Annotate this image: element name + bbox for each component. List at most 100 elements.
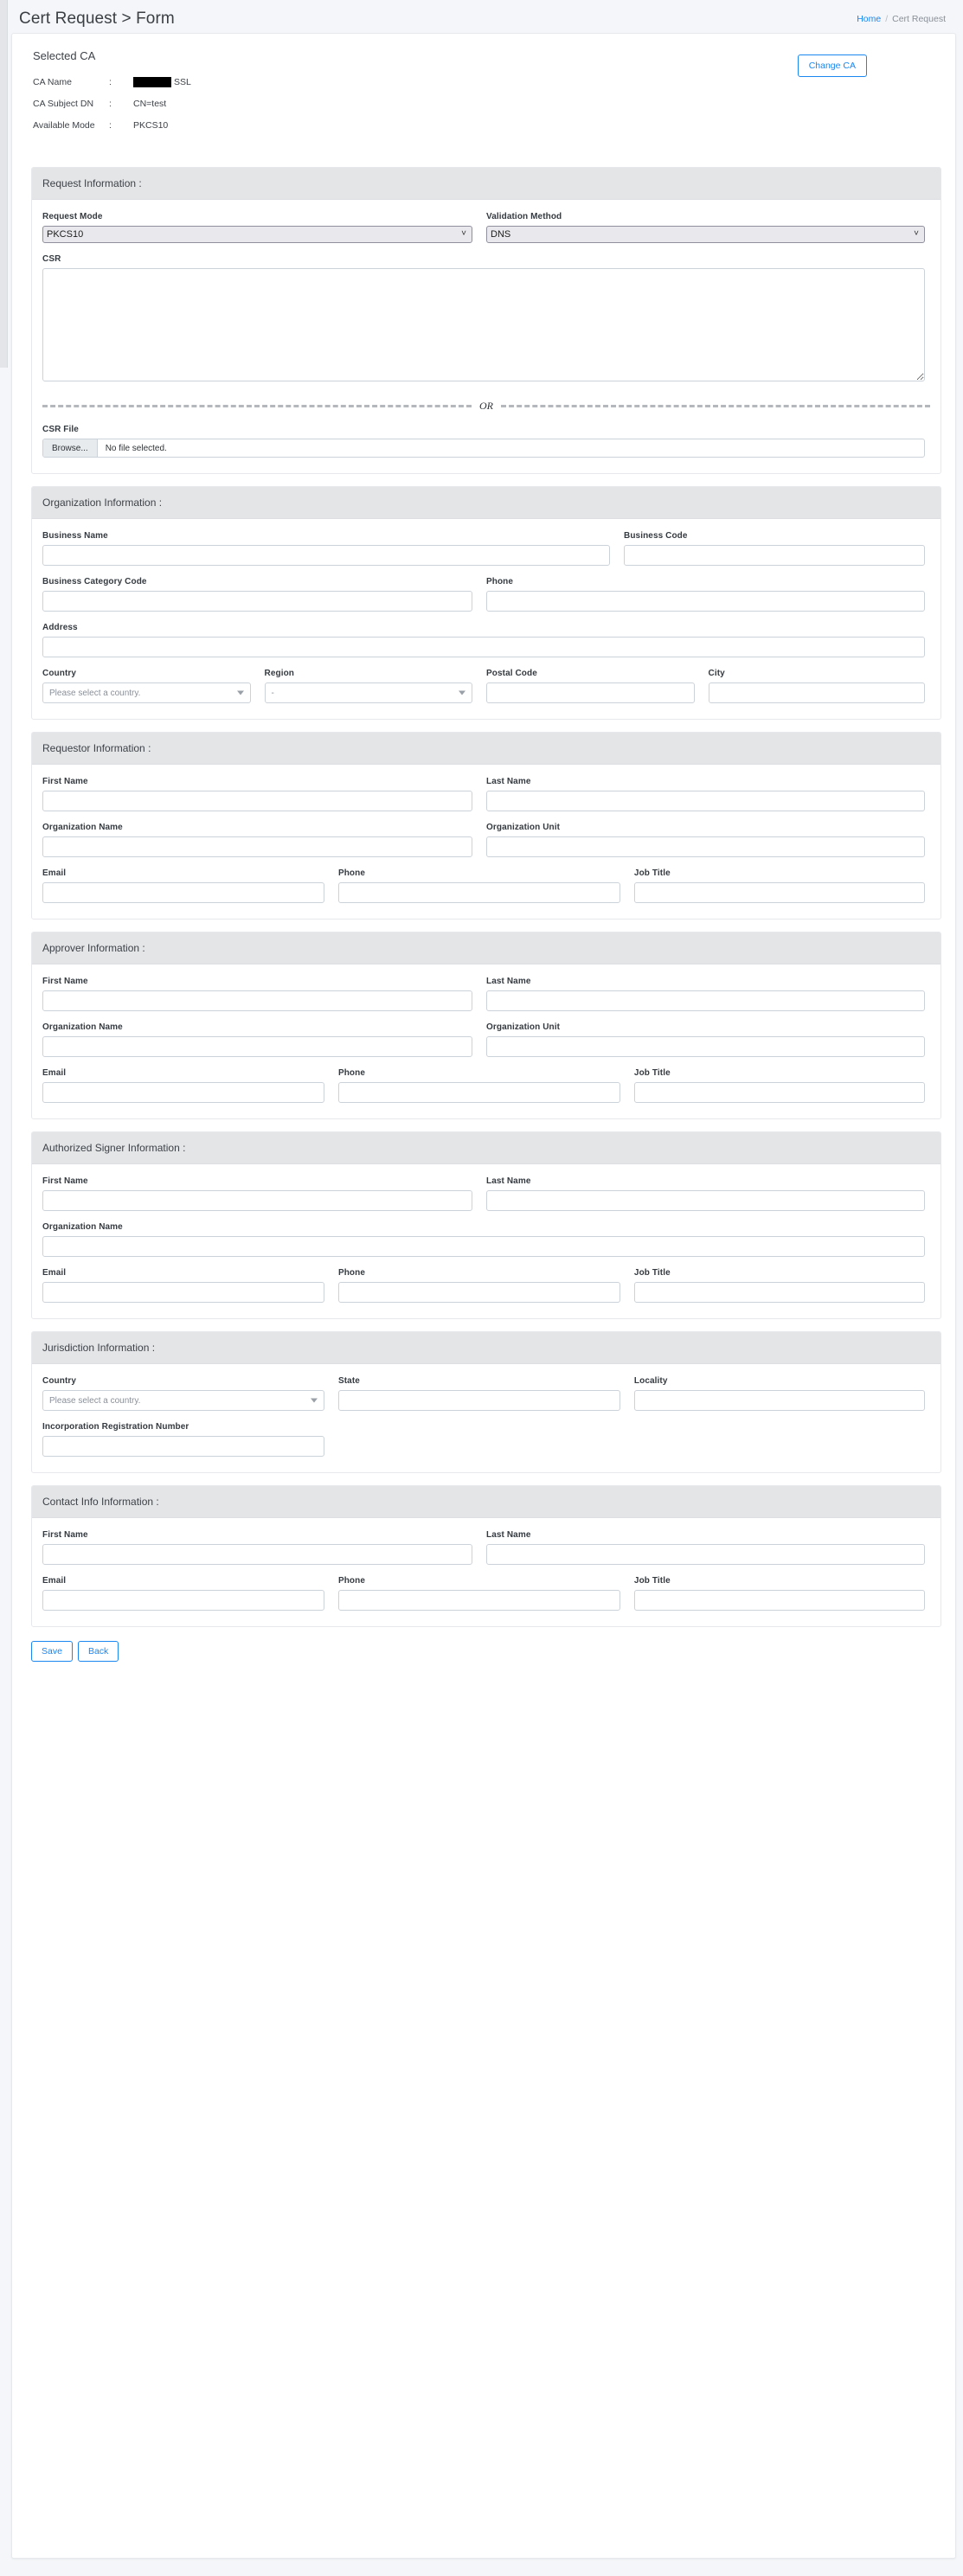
- address-input[interactable]: [42, 637, 925, 657]
- contact-email-label: Email: [42, 1576, 67, 1586]
- browse-button[interactable]: Browse...: [43, 439, 98, 457]
- requestor-org-name-input[interactable]: [42, 836, 472, 857]
- contact-last-name-label: Last Name: [486, 1530, 531, 1540]
- signer-phone-input[interactable]: [337, 1282, 620, 1303]
- selected-ca-block: Selected CA CA Name : SSL CA Subject DN …: [24, 46, 943, 146]
- csr-textarea[interactable]: [42, 268, 925, 381]
- requestor-first-name-input[interactable]: [42, 791, 472, 811]
- approver-email-label: Email: [42, 1068, 67, 1078]
- divider-dash-left: [42, 405, 472, 407]
- approver-org-unit-input[interactable]: [486, 1036, 925, 1057]
- or-divider: OR: [42, 400, 930, 413]
- business-category-code-input[interactable]: [42, 591, 472, 612]
- section-body-request-information: Request Mode PKCS10 ˅ Validation Method: [32, 200, 941, 473]
- postal-code-label: Postal Code: [486, 669, 537, 678]
- signer-last-name-input[interactable]: [486, 1190, 925, 1211]
- page-container: Cert Request > Form Home / Cert Request …: [8, 0, 963, 2576]
- jurisdiction-state-label: State: [337, 1376, 360, 1386]
- page-header: Cert Request > Form Home / Cert Request: [8, 0, 963, 33]
- signer-email-input[interactable]: [42, 1282, 324, 1303]
- request-mode-select[interactable]: PKCS10: [42, 226, 472, 243]
- org-country-value: Please select a country.: [49, 688, 141, 698]
- section-title-approver-information: Approver Information :: [32, 932, 941, 964]
- breadcrumb-home-link[interactable]: Home: [857, 14, 881, 24]
- postal-code-input[interactable]: [486, 682, 695, 703]
- requestor-phone-input[interactable]: [337, 882, 620, 903]
- signer-job-title-label: Job Title: [633, 1268, 671, 1278]
- ca-name-label: CA Name: [33, 76, 72, 87]
- contact-phone-input[interactable]: [337, 1590, 620, 1611]
- city-input[interactable]: [708, 682, 925, 703]
- contact-last-name-input[interactable]: [486, 1544, 925, 1565]
- business-code-input[interactable]: [624, 545, 925, 566]
- approver-job-title-input[interactable]: [633, 1082, 925, 1103]
- approver-email-input[interactable]: [42, 1082, 324, 1103]
- business-code-label: Business Code: [624, 531, 688, 541]
- section-body-authorized-signer-information: First Name Last Name Organization Name E…: [32, 1164, 941, 1318]
- signer-phone-label: Phone: [337, 1268, 366, 1278]
- requestor-email-input[interactable]: [42, 882, 324, 903]
- approver-org-name-input[interactable]: [42, 1036, 472, 1057]
- contact-phone-label: Phone: [337, 1576, 366, 1586]
- requestor-last-name-label: Last Name: [486, 777, 531, 786]
- available-mode-value: PKCS10: [133, 119, 169, 131]
- requestor-email-label: Email: [42, 868, 67, 878]
- save-button[interactable]: Save: [31, 1641, 73, 1662]
- selected-filename: No file selected.: [105, 443, 167, 453]
- breadcrumb-current: Cert Request: [892, 14, 946, 24]
- form-card: Selected CA CA Name : SSL CA Subject DN …: [11, 33, 956, 2559]
- approver-phone-input[interactable]: [337, 1082, 620, 1103]
- org-region-select[interactable]: -: [264, 682, 472, 703]
- approver-job-title-label: Job Title: [633, 1068, 671, 1078]
- requestor-org-unit-input[interactable]: [486, 836, 925, 857]
- address-label: Address: [42, 623, 78, 632]
- section-body-approver-information: First Name Last Name Organization Name O: [32, 964, 941, 1118]
- org-region-label: Region: [264, 669, 294, 678]
- business-name-input[interactable]: [42, 545, 611, 566]
- requestor-last-name-input[interactable]: [486, 791, 925, 811]
- csr-file-input[interactable]: Browse... No file selected.: [42, 439, 925, 458]
- jurisdiction-state-input[interactable]: [337, 1390, 620, 1411]
- validation-method-select[interactable]: DNS: [486, 226, 925, 243]
- ca-subject-dn-value: CN=test: [133, 98, 167, 109]
- ca-name-suffix: SSL: [174, 76, 191, 87]
- change-ca-button[interactable]: Change CA: [797, 54, 867, 77]
- org-country-label: Country: [42, 669, 77, 678]
- ca-subject-dn-label: CA Subject DN: [33, 98, 94, 109]
- approver-phone-label: Phone: [337, 1068, 366, 1078]
- section-jurisdiction-information: Jurisdiction Information : Country Pleas…: [31, 1331, 941, 1473]
- business-name-label: Business Name: [42, 531, 108, 541]
- divider-dash-right: [501, 405, 930, 407]
- signer-org-name-input[interactable]: [42, 1236, 925, 1257]
- approver-last-name-label: Last Name: [486, 977, 531, 986]
- jurisdiction-country-select[interactable]: Please select a country.: [42, 1390, 324, 1411]
- ca-subject-dn-row: CA Subject DN : CN=test: [33, 93, 941, 114]
- available-mode-label: Available Mode: [33, 119, 95, 131]
- jurisdiction-locality-input[interactable]: [633, 1390, 925, 1411]
- contact-first-name-input[interactable]: [42, 1544, 472, 1565]
- section-approver-information: Approver Information : First Name Last N…: [31, 932, 941, 1119]
- contact-job-title-input[interactable]: [633, 1590, 925, 1611]
- section-authorized-signer-information: Authorized Signer Information : First Na…: [31, 1131, 941, 1319]
- csr-label: CSR: [42, 254, 61, 264]
- approver-last-name-input[interactable]: [486, 990, 925, 1011]
- caret-down-icon: [459, 690, 465, 695]
- request-mode-label: Request Mode: [42, 212, 103, 221]
- section-title-jurisdiction-information: Jurisdiction Information :: [32, 1332, 941, 1364]
- section-title-request-information: Request Information :: [32, 168, 941, 200]
- contact-first-name-label: First Name: [42, 1530, 88, 1540]
- contact-email-input[interactable]: [42, 1590, 324, 1611]
- back-button[interactable]: Back: [77, 1641, 119, 1662]
- org-country-select[interactable]: Please select a country.: [42, 682, 251, 703]
- requestor-job-title-input[interactable]: [633, 882, 925, 903]
- org-phone-input[interactable]: [486, 591, 925, 612]
- left-scroll-rail[interactable]: [0, 0, 8, 368]
- approver-first-name-input[interactable]: [42, 990, 472, 1011]
- signer-first-name-input[interactable]: [42, 1190, 472, 1211]
- caret-down-icon: [236, 690, 244, 695]
- requestor-phone-label: Phone: [337, 868, 366, 878]
- section-requestor-information: Requestor Information : First Name Last …: [31, 732, 941, 920]
- section-title-authorized-signer-information: Authorized Signer Information :: [32, 1132, 941, 1164]
- incorporation-registration-number-input[interactable]: [42, 1436, 324, 1457]
- signer-job-title-input[interactable]: [633, 1282, 925, 1303]
